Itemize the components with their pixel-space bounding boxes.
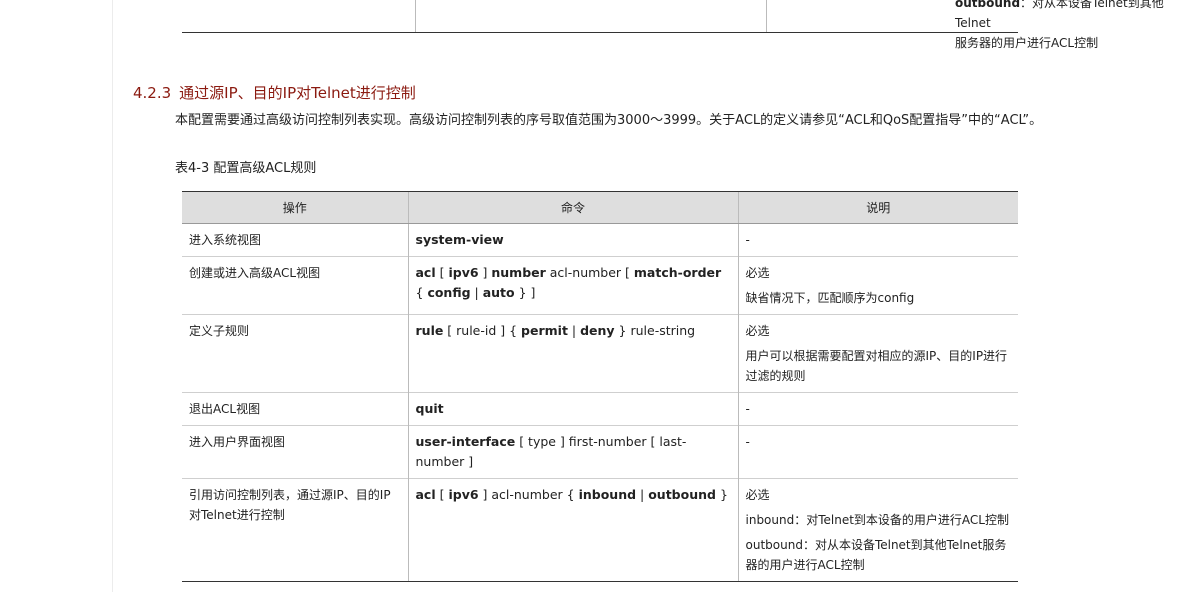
intro-paragraph: 本配置需要通过高级访问控制列表实现。高级访问控制列表的序号取值范围为3000～3… bbox=[175, 113, 1043, 128]
command-keyword: inbound bbox=[578, 487, 637, 502]
description-line: 必选 bbox=[745, 488, 770, 502]
table-row: 退出ACL视图 quit - bbox=[182, 392, 1018, 426]
command-text: ] bbox=[478, 265, 492, 280]
page-margin-rule bbox=[112, 0, 113, 592]
command-keyword: outbound bbox=[648, 487, 716, 502]
description-cell: 必选缺省情况下，匹配顺序为config bbox=[737, 256, 1018, 315]
description-line: outbound：对从本设备Telnet到其他Telnet服务器的用户进行ACL… bbox=[745, 538, 1007, 572]
column-header: 操作 bbox=[182, 191, 408, 224]
command-keyword: user-interface bbox=[415, 434, 516, 449]
command-text: } bbox=[715, 487, 728, 502]
command-text: { bbox=[415, 285, 428, 300]
command-text: [ rule-id ] { bbox=[443, 323, 522, 338]
command-keyword: acl bbox=[415, 265, 436, 280]
command-cell: system-view bbox=[407, 223, 738, 257]
command-keyword: match-order bbox=[633, 265, 722, 280]
command-text: ] acl-number { bbox=[478, 487, 579, 502]
operation-cell: 创建或进入高级ACL视图 bbox=[182, 256, 408, 315]
command-keyword: rule bbox=[415, 323, 444, 338]
command-keyword: permit bbox=[521, 323, 568, 338]
command-keyword: quit bbox=[415, 401, 444, 416]
description-line: 必选 bbox=[745, 266, 770, 280]
command-cell: acl [ ipv6 ] acl-number { inbound | outb… bbox=[407, 478, 738, 582]
description-line: - bbox=[745, 402, 750, 416]
command-cell: quit bbox=[407, 392, 738, 426]
table-row: 定义子规则 rule [ rule-id ] { permit | deny } … bbox=[182, 314, 1018, 393]
table-row: 进入用户界面视图 user-interface [ type ] first-nu… bbox=[182, 425, 1018, 479]
operation-cell: 进入系统视图 bbox=[182, 223, 408, 257]
operation-cell: 引用访问控制列表，通过源IP、目的IP对Telnet进行控制 bbox=[182, 478, 408, 582]
command-cell: user-interface [ type ] first-number [ l… bbox=[407, 425, 738, 479]
command-text: } ] bbox=[514, 285, 536, 300]
description-cell: 必选 inbound：对Telnet到本设备的用户进行ACL控制 outbound：… bbox=[737, 478, 1018, 582]
command-keyword: ipv6 bbox=[448, 265, 479, 280]
command-text: [ bbox=[435, 265, 449, 280]
description-line: 必选 bbox=[745, 324, 770, 338]
command-text: | bbox=[470, 285, 483, 300]
table-header-row: 操作 命令 说明 bbox=[182, 191, 1018, 224]
table-row: 进入系统视图 system-view - bbox=[182, 223, 1018, 257]
column-divider bbox=[766, 0, 767, 32]
command-keyword: number bbox=[491, 265, 546, 280]
description-line: - bbox=[745, 233, 750, 247]
operation-cell: 退出ACL视图 bbox=[182, 392, 408, 426]
command-text: [ bbox=[435, 487, 449, 502]
description-line: 缺省情况下，匹配顺序为config bbox=[745, 291, 915, 305]
description-cell: - bbox=[737, 223, 1018, 257]
table-row: 引用访问控制列表，通过源IP、目的IP对Telnet进行控制 acl [ ipv6… bbox=[182, 478, 1018, 582]
command-text: | bbox=[636, 487, 649, 502]
table-caption: 表4-3 配置高级ACL规则 bbox=[175, 161, 317, 176]
command-cell: acl [ ipv6 ] number acl-number [ match-o… bbox=[407, 256, 738, 315]
section-title: 通过源IP、目的IP对Telnet进行控制 bbox=[179, 84, 416, 102]
previous-table-note: outbound：对从本设备Telnet到其他Telnet 服务器的用户进行AC… bbox=[955, 0, 1186, 53]
note-text: 服务器的用户进行ACL控制 bbox=[955, 36, 1099, 50]
column-divider bbox=[415, 0, 416, 32]
column-header: 说明 bbox=[737, 191, 1018, 224]
note-keyword: outbound bbox=[955, 0, 1021, 10]
column-header: 命令 bbox=[407, 191, 738, 224]
table-row: 创建或进入高级ACL视图 acl [ ipv6 ] number acl-numb… bbox=[182, 256, 1018, 315]
description-cell: - bbox=[737, 425, 1018, 479]
command-keyword: config bbox=[427, 285, 471, 300]
operation-cell: 进入用户界面视图 bbox=[182, 425, 408, 479]
description-cell: - bbox=[737, 392, 1018, 426]
description-line: inbound：对Telnet到本设备的用户进行ACL控制 bbox=[745, 513, 1010, 527]
command-text: | bbox=[567, 323, 581, 338]
description-line: - bbox=[745, 435, 750, 449]
config-table: 操作 命令 说明 进入系统视图 system-view - 创建或进入高级ACL视图 a… bbox=[182, 191, 1018, 582]
command-keyword: system-view bbox=[415, 232, 504, 247]
description-line: 用户可以根据需要配置对相应的源IP、目的IP进行过滤的规则 bbox=[745, 349, 1008, 383]
command-keyword: ipv6 bbox=[448, 487, 479, 502]
section-heading: 4.2.3 通过源IP、目的IP对Telnet进行控制 bbox=[133, 82, 416, 103]
operation-cell: 定义子规则 bbox=[182, 314, 408, 393]
command-cell: rule [ rule-id ] { permit | deny } rule-… bbox=[407, 314, 738, 393]
command-text: } rule-string bbox=[614, 323, 696, 338]
description-cell: 必选用户可以根据需要配置对相应的源IP、目的IP进行过滤的规则 bbox=[737, 314, 1018, 393]
section-number: 4.2.3 bbox=[133, 84, 172, 102]
command-keyword: acl bbox=[415, 487, 436, 502]
previous-table-fragment: outbound：对从本设备Telnet到其他Telnet 服务器的用户进行AC… bbox=[182, 0, 1164, 50]
command-text: acl-number [ bbox=[545, 265, 634, 280]
command-keyword: auto bbox=[482, 285, 515, 300]
command-keyword: deny bbox=[580, 323, 615, 338]
